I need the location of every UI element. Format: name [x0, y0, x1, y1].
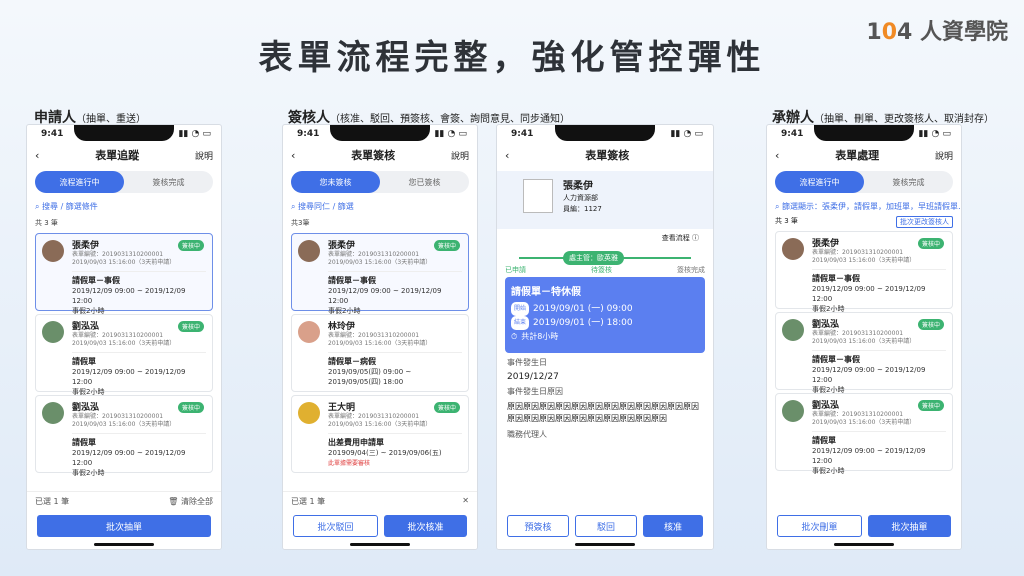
back-icon[interactable]: ‹	[291, 149, 295, 162]
current-step-badge: 處主管：歐英雅	[563, 251, 624, 265]
change-approver-button[interactable]: 批次更改簽核人	[896, 216, 953, 228]
help-link[interactable]: 說明	[451, 149, 469, 162]
leave-card: 請假單－特休假 開始 2019/09/01 (一) 09:00 結束 2019/09…	[505, 277, 705, 353]
back-icon[interactable]: ‹	[505, 149, 509, 162]
nav-bar: ‹ 表單簽核 說明	[291, 148, 469, 163]
batch-reject-button[interactable]: 批次駁回	[293, 515, 378, 537]
logo: 104 人資學院	[866, 20, 1008, 45]
search-filter[interactable]: ⌕ 搜尋 / 篩選條件	[27, 197, 221, 216]
avatar	[782, 319, 804, 341]
status-badge: 簽核中	[177, 321, 204, 332]
status-badge: 簽核中	[177, 402, 204, 413]
nav-bar: ‹ 表單追蹤 說明	[35, 148, 213, 163]
batch-withdraw-button[interactable]: 批次抽單	[37, 515, 211, 537]
status-badge: 簽核中	[917, 238, 944, 249]
count-label: 共3筆	[291, 219, 310, 227]
avatar	[782, 400, 804, 422]
help-link[interactable]: 說明	[195, 149, 213, 162]
tab-bar: 流程進行中 簽核完成	[35, 171, 213, 193]
avatar	[298, 402, 320, 424]
list-item[interactable]: 簽核中 劉泓泓 表單編號：2019031310200001 2019/09/03…	[35, 314, 213, 396]
status-badge: 簽核中	[177, 240, 204, 251]
close-icon[interactable]: ✕	[462, 496, 469, 507]
help-link[interactable]: 說明	[935, 149, 953, 162]
nav-bar: ‹ 表單處理 說明	[775, 148, 953, 163]
view-flow-link[interactable]: 查看流程 ⓘ	[662, 233, 699, 243]
nav-bar: ‹ 表單簽核	[505, 148, 630, 163]
tab-in-progress[interactable]: 流程進行中	[775, 171, 864, 193]
approve-button[interactable]: 核准	[643, 515, 703, 537]
tab-pending[interactable]: 您未簽核	[291, 171, 380, 193]
tab-done[interactable]: 簽核完成	[124, 171, 213, 193]
list-item[interactable]: 簽核中 張柔伊 表單編號：2019031310200001 2019/09/03…	[291, 233, 469, 315]
avatar	[42, 240, 64, 262]
phone-handler: 9:41 ▮▮ ◔ ▭ ‹ 表單處理 說明 流程進行中 簽核完成 ⌕ 篩選顯示：張柔伊，…	[766, 124, 962, 550]
list-item[interactable]: 林玲伊 表單編號：2019031310200001 2019/09/03 15:…	[291, 314, 469, 392]
count-label: 共 3 筆	[35, 219, 58, 227]
tab-done[interactable]: 簽核完成	[864, 171, 953, 193]
list-item[interactable]: 簽核中 張柔伊 表單編號：2019031310200001 2019/09/03…	[775, 231, 953, 313]
list-item[interactable]: 簽核中 王大明 表單編號：2019031310200001 2019/09/03…	[291, 395, 469, 473]
avatar	[42, 402, 64, 424]
status-badge: 簽核中	[917, 400, 944, 411]
selected-count: 已選 1 筆	[291, 497, 326, 506]
search-filter[interactable]: ⌕ 搜尋同仁 / 篩選	[283, 197, 477, 216]
tab-bar: 流程進行中 簽核完成	[775, 171, 953, 193]
back-icon[interactable]: ‹	[35, 149, 39, 162]
flow-progress: 查看流程 ⓘ 處主管：歐英雅 已申請 待簽核 簽核完成	[505, 233, 705, 274]
list-item[interactable]: 簽核中 劉泓泓 表單編號：2019031310200001 2019/09/03…	[775, 312, 953, 394]
batch-delete-button[interactable]: 批次刪單	[777, 515, 862, 537]
count-label: 共 3 筆	[775, 217, 798, 225]
clear-all-button[interactable]: 🗑 清除全部	[168, 496, 213, 507]
avatar	[523, 179, 553, 213]
back-icon[interactable]: ‹	[775, 149, 779, 162]
selected-count: 已選 1 筆	[35, 497, 70, 506]
list-item[interactable]: 簽核中 張柔伊 表單編號：2019031310200001 2019/09/03…	[35, 233, 213, 315]
tab-signed[interactable]: 您已簽核	[380, 171, 469, 193]
pre-approve-button[interactable]: 預簽核	[507, 515, 569, 537]
phone-applicant: 9:41 ▮▮ ◔ ▭ ‹ 表單追蹤 說明 流程進行中 簽核完成 ⌕ 搜尋 / 篩選條件…	[26, 124, 222, 550]
avatar	[298, 240, 320, 262]
status-badge: 簽核中	[433, 240, 460, 251]
list-item[interactable]: 簽核中 劉泓泓 表單編號：2019031310200001 2019/09/03…	[775, 393, 953, 475]
status-badge: 簽核中	[433, 402, 460, 413]
list-item[interactable]: 簽核中 劉泓泓 表單編號：2019031310200001 2019/09/03…	[35, 395, 213, 477]
status-badge: 簽核中	[917, 319, 944, 330]
batch-withdraw-button[interactable]: 批次抽單	[868, 515, 951, 537]
avatar	[298, 321, 320, 343]
tab-bar: 您未簽核 您已簽核	[291, 171, 469, 193]
tab-in-progress[interactable]: 流程進行中	[35, 171, 124, 193]
avatar	[782, 238, 804, 260]
phone-approver-detail: 9:41 ▮▮ ◔ ▭ ‹ 表單簽核 張柔伊 人力資源部 員編：1127 查看流程 …	[496, 124, 714, 550]
reject-button[interactable]: 駁回	[575, 515, 637, 537]
avatar	[42, 321, 64, 343]
batch-approve-button[interactable]: 批次核准	[384, 515, 467, 537]
phone-approver-list: 9:41 ▮▮ ◔ ▭ ‹ 表單簽核 說明 您未簽核 您已簽核 ⌕ 搜尋同仁 / 篩選 …	[282, 124, 478, 550]
applicant-header: 張柔伊 人力資源部 員編：1127	[497, 171, 713, 229]
search-filter[interactable]: ⌕ 篩選顯示：張柔伊，請假單，加班單，早班請假單…	[767, 197, 961, 216]
